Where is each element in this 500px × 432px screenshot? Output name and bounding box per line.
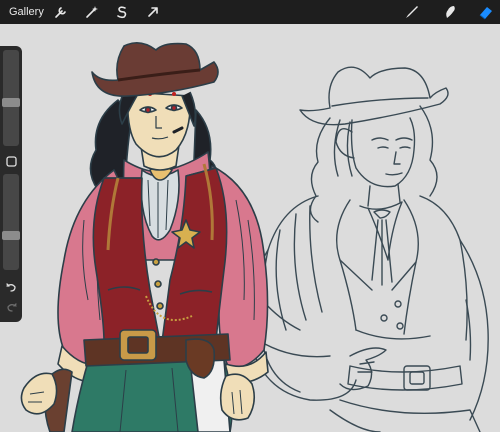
smudge-icon[interactable]: [441, 3, 459, 21]
sketch-figure: [248, 66, 489, 432]
brush-icon[interactable]: [403, 3, 421, 21]
selection-s-icon[interactable]: [113, 3, 131, 21]
eraser-icon[interactable]: [477, 3, 495, 21]
magic-wand-icon[interactable]: [83, 3, 101, 21]
wrench-icon[interactable]: [52, 3, 70, 21]
drawing-canvas[interactable]: [0, 24, 500, 432]
colored-figure: [20, 42, 269, 432]
top-toolbar: Gallery: [0, 0, 500, 24]
move-arrow-icon[interactable]: [144, 3, 162, 21]
gallery-button[interactable]: Gallery: [9, 6, 44, 18]
